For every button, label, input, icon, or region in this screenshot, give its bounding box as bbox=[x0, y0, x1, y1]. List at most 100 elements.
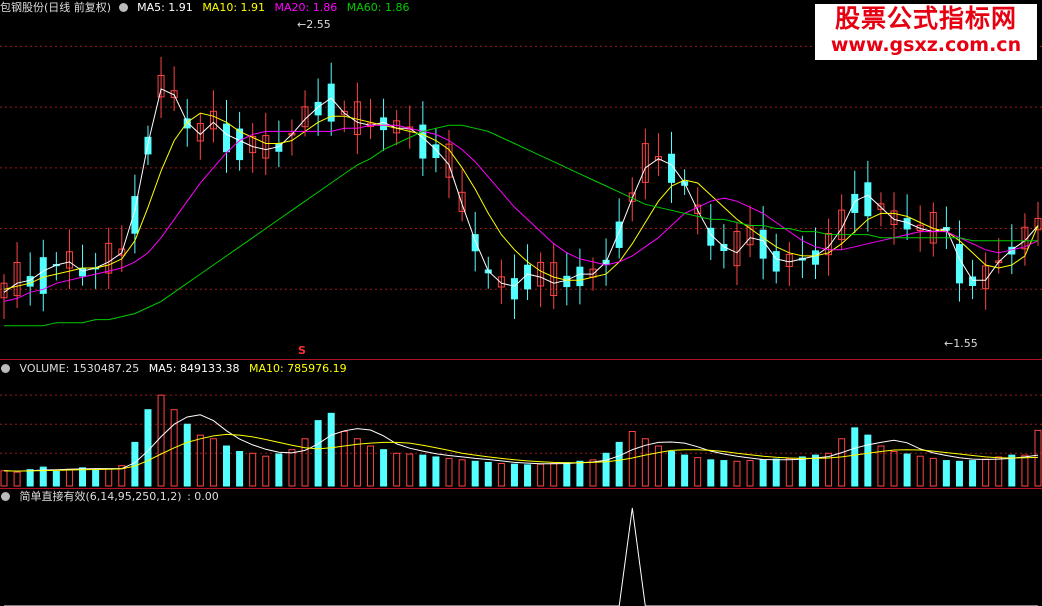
volume-bar bbox=[236, 450, 244, 487]
volume-bar bbox=[1034, 429, 1042, 487]
indicator-line bbox=[4, 507, 1038, 606]
volume-bar bbox=[275, 453, 283, 487]
volume-bar bbox=[929, 457, 937, 487]
volume-bar bbox=[811, 454, 819, 487]
volume-bar bbox=[406, 453, 414, 487]
settings-circle-icon[interactable] bbox=[1, 364, 10, 373]
volume-bar bbox=[681, 454, 689, 487]
volume-bar bbox=[785, 457, 793, 487]
volume-bar bbox=[157, 394, 165, 487]
indicator-value: : 0.00 bbox=[187, 490, 219, 503]
ma60-line bbox=[4, 124, 1038, 327]
candle-body bbox=[419, 124, 427, 159]
watermark-logo: 股票公式指标网 www.gsxz.com.cn bbox=[815, 4, 1037, 60]
volume-bar bbox=[458, 459, 466, 487]
volume-bar bbox=[838, 438, 846, 487]
volume-bar bbox=[733, 460, 741, 487]
candle-body bbox=[327, 83, 335, 122]
volume-bar bbox=[890, 450, 898, 487]
low-price-label: 1.55 bbox=[953, 337, 978, 350]
period-label: (日线 前复权) bbox=[44, 1, 112, 14]
volume-bar bbox=[851, 427, 859, 487]
price-legend: 包钢股份(日线 前复权) MA5: 1.91 MA10: 1.91 MA20: … bbox=[0, 1, 415, 15]
volume-bar bbox=[79, 467, 87, 487]
volume-bar bbox=[340, 431, 348, 487]
volume-value: VOLUME: 1530487.25 bbox=[19, 362, 140, 375]
arrow-left-icon: ← bbox=[297, 18, 307, 31]
indicator-chart-panel[interactable]: 简单直接有效(6,14,95,250,1,2) : 0.00 bbox=[0, 490, 1042, 606]
candle-body bbox=[772, 251, 780, 272]
watermark-title: 股票公式指标网 bbox=[834, 4, 1017, 33]
volume-bar bbox=[183, 423, 191, 487]
volume-bar bbox=[13, 471, 21, 487]
volume-bar bbox=[995, 456, 1003, 487]
settings-circle-icon[interactable] bbox=[1, 492, 10, 501]
volume-bar bbox=[694, 457, 702, 487]
volume-bar bbox=[1008, 454, 1016, 487]
volume-bar bbox=[301, 438, 309, 487]
volume-bar bbox=[563, 462, 571, 487]
volume-bar bbox=[314, 420, 322, 487]
price-chart-panel[interactable]: 包钢股份(日线 前复权) MA5: 1.91 MA10: 1.91 MA20: … bbox=[0, 0, 1042, 358]
panel-divider[interactable] bbox=[0, 359, 1042, 360]
candle-body bbox=[432, 144, 440, 159]
stock-name: 包钢股份 bbox=[0, 1, 44, 14]
volume-bar bbox=[668, 450, 676, 487]
volume-bar bbox=[969, 460, 977, 487]
volume-ma5-line bbox=[3, 414, 1039, 472]
volume-bar bbox=[576, 460, 584, 487]
candle-body bbox=[471, 234, 479, 252]
volume-chart-panel[interactable]: VOLUME: 1530487.25 MA5: 849133.38 MA10: … bbox=[0, 361, 1042, 488]
volume-bar bbox=[602, 452, 610, 487]
settings-circle-icon[interactable] bbox=[118, 3, 128, 12]
volume-bar bbox=[510, 463, 518, 487]
volume-bar bbox=[26, 469, 34, 487]
volume-bar bbox=[589, 459, 597, 487]
volume-bar bbox=[615, 441, 623, 487]
candle-body bbox=[510, 278, 518, 300]
volume-bar bbox=[497, 462, 505, 487]
candle-body bbox=[955, 244, 963, 284]
volume-bar bbox=[537, 463, 545, 487]
ma5-legend: MA5: 1.91 bbox=[137, 1, 193, 14]
signal-marker: S bbox=[298, 344, 306, 357]
volume-bar bbox=[916, 455, 924, 487]
volume-bar bbox=[955, 460, 963, 487]
volume-bar bbox=[864, 434, 872, 487]
volume-bar bbox=[393, 452, 401, 487]
candle-body bbox=[524, 264, 532, 290]
volume-bar bbox=[746, 460, 754, 487]
volume-ma5: MA5: 849133.38 bbox=[148, 362, 240, 375]
volume-bar bbox=[445, 457, 453, 487]
volume-bar bbox=[524, 464, 532, 487]
ma5-line bbox=[3, 88, 1039, 293]
volume-bar bbox=[1021, 454, 1029, 487]
volume-bar bbox=[353, 438, 361, 487]
candle-body bbox=[236, 128, 244, 161]
volume-bar bbox=[550, 462, 558, 487]
volume-bar bbox=[105, 468, 113, 487]
volume-bar bbox=[720, 460, 728, 487]
volume-bar bbox=[92, 469, 100, 487]
ma10-line bbox=[3, 112, 1039, 290]
volume-bar bbox=[0, 470, 8, 487]
candle-body bbox=[26, 276, 34, 287]
candle-body bbox=[563, 275, 571, 288]
volume-legend: VOLUME: 1530487.25 MA5: 849133.38 MA10: … bbox=[0, 362, 353, 376]
volume-bar bbox=[772, 458, 780, 487]
candle-body bbox=[969, 276, 977, 286]
volume-bar bbox=[707, 459, 715, 487]
candle-body bbox=[851, 193, 859, 213]
panel-divider[interactable] bbox=[0, 488, 1042, 489]
volume-bar bbox=[903, 453, 911, 487]
low-price-marker: ←1.55 bbox=[944, 337, 978, 350]
volume-bar bbox=[798, 456, 806, 487]
volume-bar bbox=[249, 452, 257, 487]
candle-body bbox=[223, 123, 231, 153]
indicator-chart[interactable] bbox=[0, 490, 1042, 606]
volume-bar bbox=[759, 459, 767, 487]
volume-bar bbox=[419, 454, 427, 487]
volume-ma10: MA10: 785976.19 bbox=[248, 362, 347, 375]
volume-chart[interactable] bbox=[0, 361, 1042, 488]
volume-bar bbox=[327, 412, 335, 487]
